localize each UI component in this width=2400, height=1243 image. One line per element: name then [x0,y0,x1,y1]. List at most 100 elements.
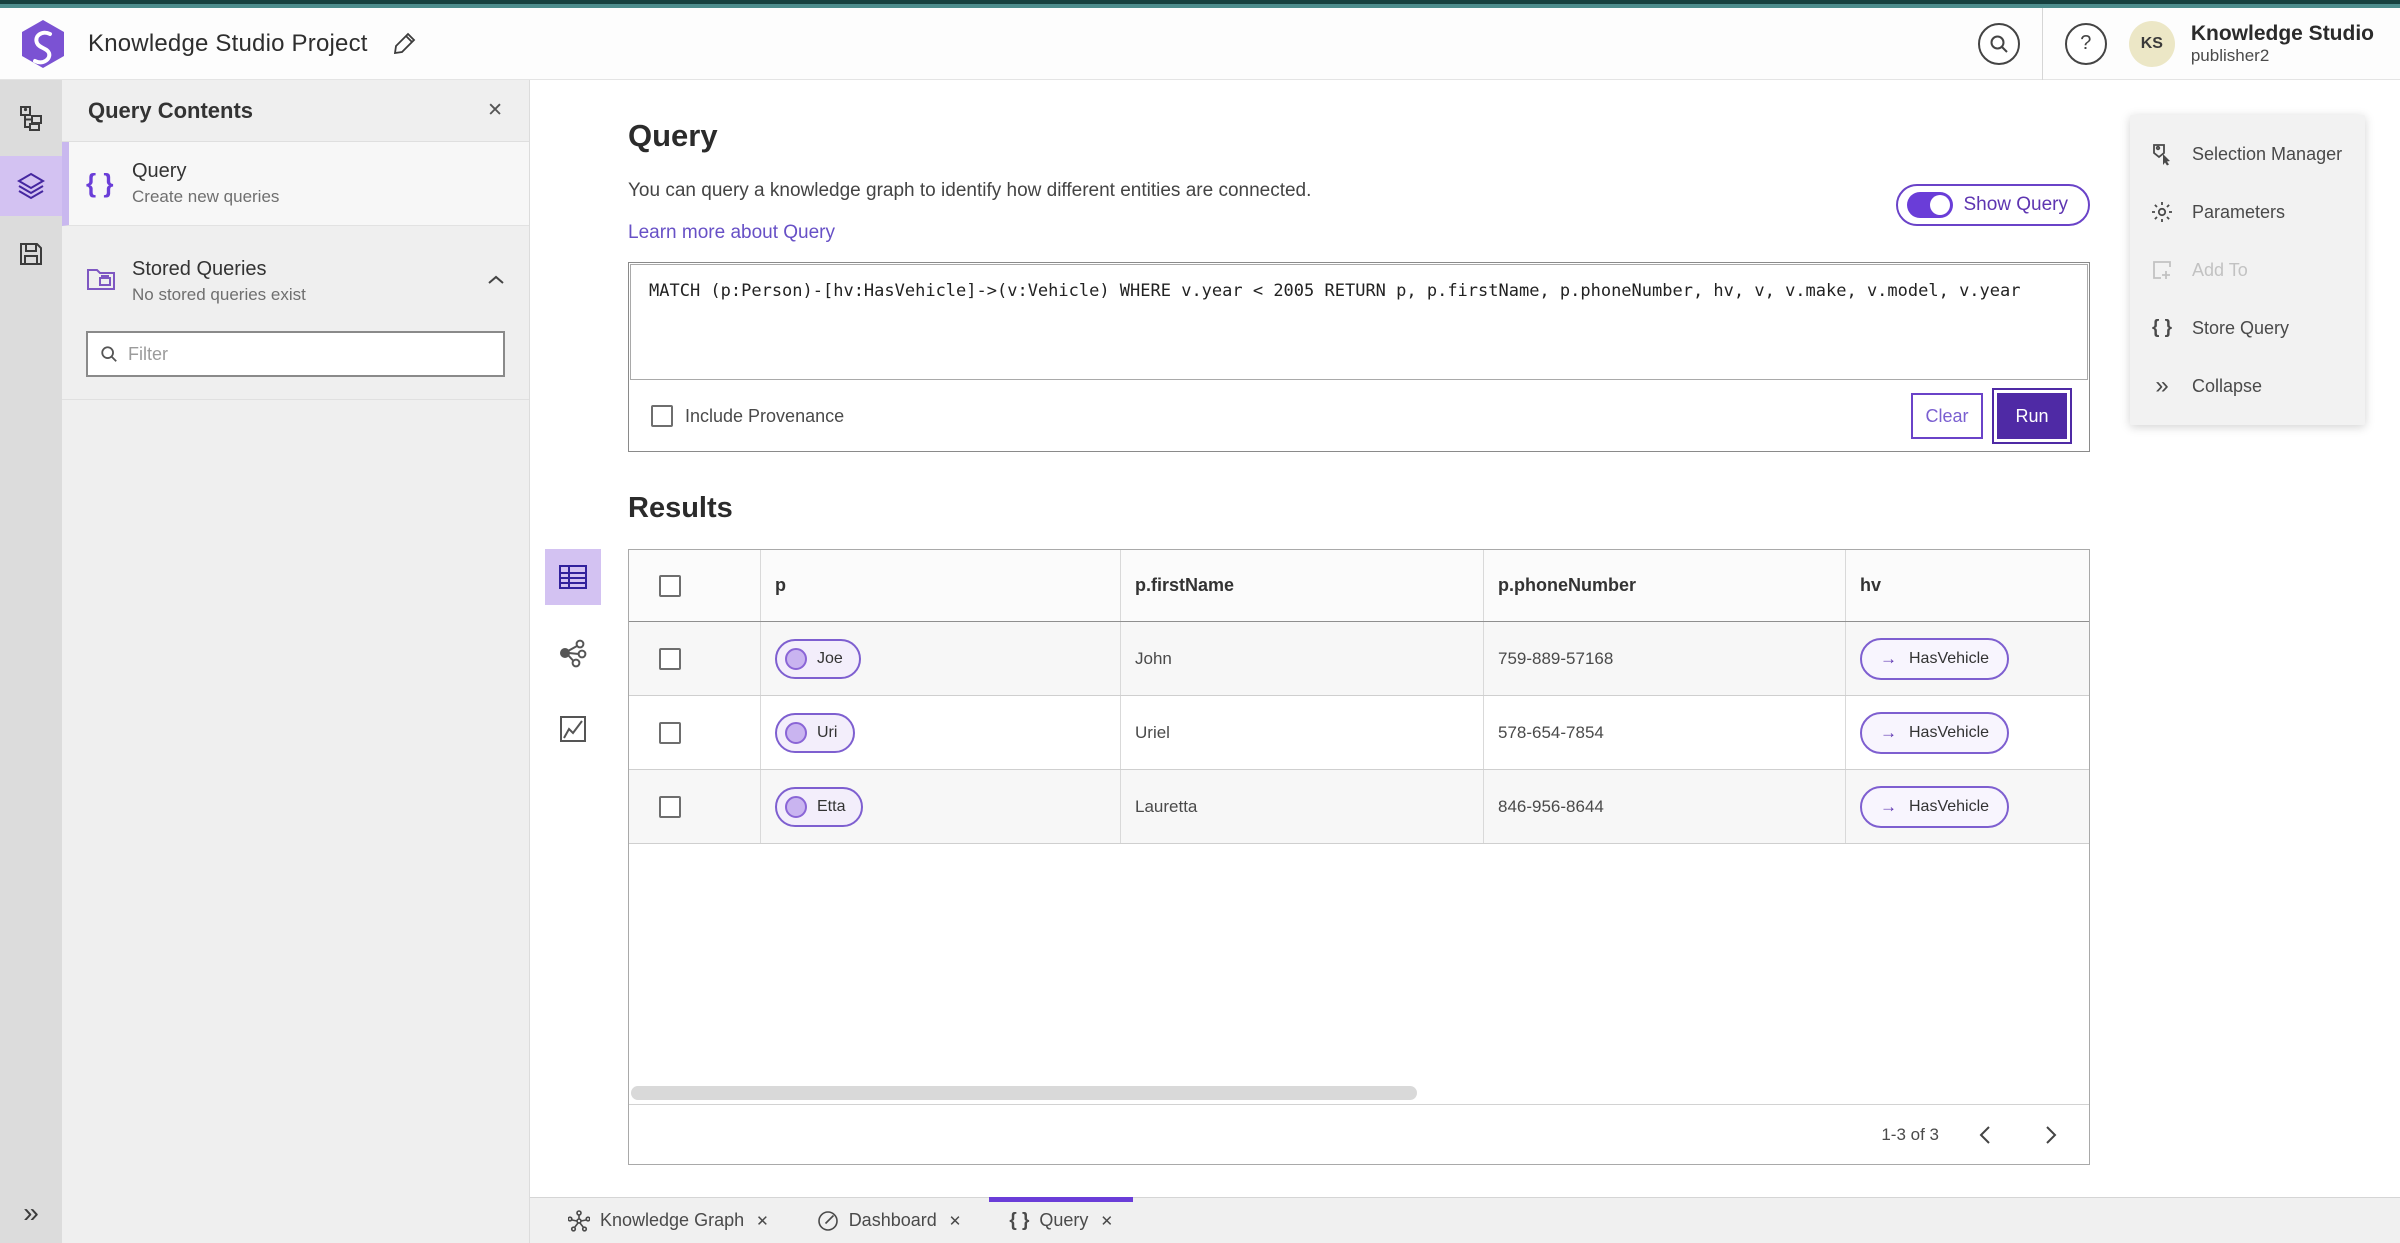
row-checkbox[interactable] [659,795,681,818]
edge-pill[interactable]: → HasVehicle [1860,711,2010,754]
node-pill[interactable]: Uri [775,712,856,753]
cell-firstname: Lauretta [1121,770,1484,843]
add-to-button: Add To [2130,241,2365,299]
query-text-input[interactable]: MATCH (p:Person)-[hv:HasVehicle]->(v:Veh… [630,264,2088,380]
tab-query[interactable]: { } Query ✕ [985,1196,1137,1243]
edit-title-icon[interactable] [393,30,418,57]
bottom-tab-bar: Knowledge Graph ✕ Dashboard ✕ { } Query … [530,1196,2400,1243]
query-actions-menu: Selection Manager Parameters Add To { } [2130,115,2365,425]
app-header: Knowledge Studio Project ? KS Knowledge … [0,7,2400,80]
column-header-phonenumber[interactable]: p.phoneNumber [1484,550,1846,621]
results-title: Results [628,492,733,524]
folder-icon [86,264,132,299]
column-header-firstname[interactable]: p.firstName [1121,550,1484,621]
table-empty-area [629,844,2089,1082]
user-role: publisher2 [2190,45,2270,65]
search-icon[interactable] [1977,22,2020,65]
table-pagination: 1-3 of 3 [629,1104,2089,1164]
filter-input[interactable] [128,343,491,365]
select-all-checkbox[interactable] [659,574,681,597]
edge-pill[interactable]: → HasVehicle [1860,785,2010,828]
node-dot-icon [785,795,807,818]
table-row: Etta Lauretta 846-956-8644 → HasVehicle [629,770,2089,844]
arrow-right-icon: → [1880,722,1897,742]
column-header-hv[interactable]: hv [1846,550,2089,621]
prev-page-icon[interactable] [1965,1115,2005,1155]
gear-icon [2148,200,2176,224]
query-contents-panel: Query Contents ✕ { } Query Create new qu… [62,80,530,1243]
project-title: Knowledge Studio Project [88,29,368,57]
layers-icon[interactable] [0,156,62,216]
row-checkbox[interactable] [659,721,681,744]
arrow-right-icon: → [1880,648,1897,668]
braces-icon: { } [86,168,114,198]
selection-manager-icon [2148,142,2176,166]
node-pill[interactable]: Etta [775,786,864,827]
cell-firstname: Uriel [1121,696,1484,769]
show-query-label: Show Query [1963,194,2068,215]
avatar[interactable]: KS [2128,20,2175,67]
results-table: p p.firstName p.phoneNumber hv Joe John … [628,549,2090,1165]
hierarchy-icon[interactable] [0,88,62,148]
next-page-icon[interactable] [2031,1115,2071,1155]
dashboard-tab-icon [817,1210,839,1232]
store-query-button[interactable]: { } Store Query [2130,299,2365,357]
include-provenance-checkbox[interactable] [651,405,673,427]
close-tab-icon[interactable]: ✕ [1100,1212,1113,1230]
save-icon[interactable] [0,224,62,284]
parameters-button[interactable]: Parameters [2130,183,2365,241]
show-query-toggle[interactable]: Show Query [1896,184,2090,226]
include-provenance-label: Include Provenance [685,405,845,426]
main-content: Query You can query a knowledge graph to… [530,80,2400,1243]
row-checkbox[interactable] [659,647,681,670]
graph-view-icon[interactable] [545,625,601,681]
stored-queries-section[interactable]: Stored Queries No stored queries exist [62,240,529,323]
header-divider [2041,7,2043,80]
chart-view-icon[interactable] [545,701,601,757]
chevron-up-icon[interactable] [487,274,505,289]
cell-phonenumber: 759-889-57168 [1484,622,1846,695]
table-header-row: p p.firstName p.phoneNumber hv [629,550,2089,622]
results-view-switcher [545,549,601,1165]
node-dot-icon [785,721,807,744]
panel-title: Query Contents [88,97,254,123]
edge-pill[interactable]: → HasVehicle [1860,637,2010,680]
horizontal-scrollbar[interactable] [631,1086,1418,1100]
cell-phonenumber: 846-956-8644 [1484,770,1846,843]
selection-manager-button[interactable]: Selection Manager [2130,125,2365,183]
include-provenance-option[interactable]: Include Provenance [651,405,844,427]
query-tab-icon: { } [1009,1209,1030,1231]
node-pill[interactable]: Joe [775,638,861,679]
expand-rail-icon[interactable]: » [0,1197,62,1229]
knowledge-graph-tab-icon [568,1209,590,1232]
close-tab-icon[interactable]: ✕ [949,1212,962,1230]
filter-search-icon [101,346,117,362]
left-icon-rail: » [0,80,62,1243]
learn-more-link[interactable]: Learn more about Query [628,222,835,244]
query-item-subtitle: Create new queries [132,187,280,206]
stored-queries-title: Stored Queries [132,258,267,280]
arrow-right-icon: → [1880,796,1897,816]
close-tab-icon[interactable]: ✕ [756,1212,769,1230]
tab-knowledge-graph[interactable]: Knowledge Graph ✕ [544,1198,793,1243]
cell-firstname: John [1121,622,1484,695]
node-dot-icon [785,647,807,670]
app-logo-icon[interactable] [20,19,66,69]
user-name: Knowledge Studio [2190,21,2374,45]
top-accent-bar [0,0,2400,8]
run-button[interactable]: Run [1997,393,2067,439]
close-panel-icon[interactable]: ✕ [487,99,503,122]
table-view-icon[interactable] [545,549,601,605]
tab-dashboard[interactable]: Dashboard ✕ [793,1198,986,1243]
help-icon[interactable]: ? [2064,22,2107,65]
pagination-label: 1-3 of 3 [1881,1124,1939,1144]
collapse-button[interactable]: » Collapse [2130,357,2365,415]
table-row: Uri Uriel 578-654-7854 → HasVehicle [629,696,2089,770]
clear-button[interactable]: Clear [1911,393,1983,439]
cell-phonenumber: 578-654-7854 [1484,696,1846,769]
column-header-p[interactable]: p [761,550,1121,621]
sidebar-item-query[interactable]: { } Query Create new queries [62,142,529,226]
page-description: You can query a knowledge graph to ident… [628,180,1312,201]
filter-field[interactable] [86,331,505,377]
panel-gap [62,226,529,240]
